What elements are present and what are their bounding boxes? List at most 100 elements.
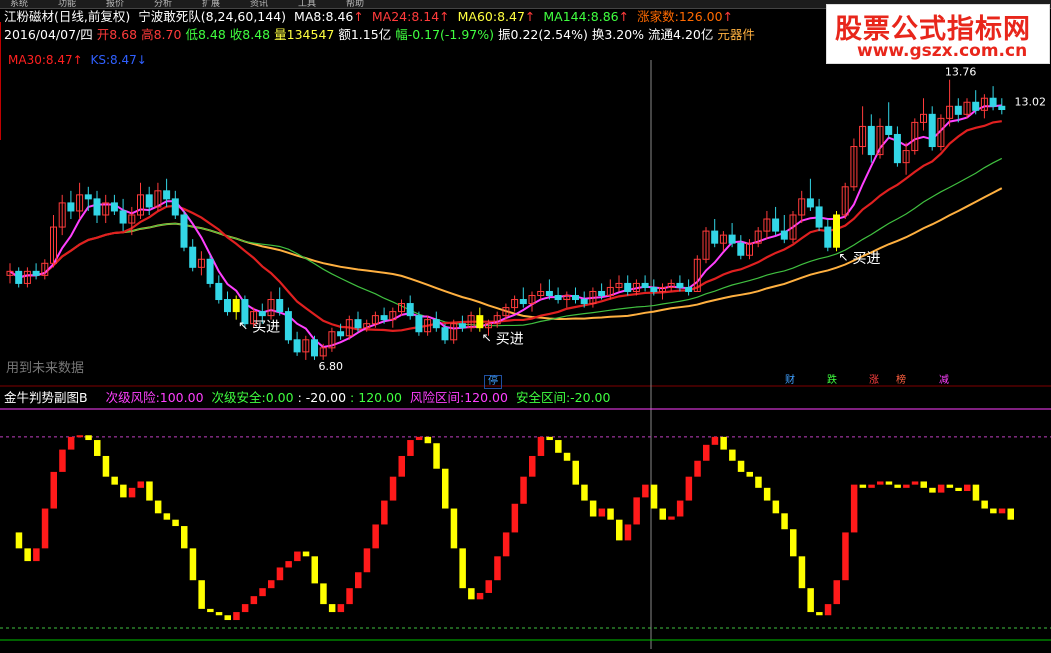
sub-bar	[946, 484, 954, 488]
menu-item[interactable]: 功能	[58, 0, 76, 9]
sub-bar	[111, 476, 118, 485]
sub-bar	[877, 481, 884, 485]
sub-bar	[598, 508, 606, 517]
site-logo[interactable]: 股票公式指标网 www.gszx.com.cn	[826, 4, 1050, 64]
amp-value: 0.22(2.54%)	[510, 27, 588, 42]
sub-bar	[859, 484, 867, 488]
kline-chart-stage[interactable]: ↖ 买进 ↖ 买进 ↖ 买进 6.80 13.76 13.02 系统 功能 报价 分析 扩展 资讯 工具 帮助…	[0, 0, 1051, 649]
candle-body	[458, 323, 466, 329]
indicator-name[interactable]: 宁波敢死队	[138, 9, 201, 24]
candle-body	[232, 299, 240, 313]
sub-bar	[415, 436, 423, 441]
arrow-up-icon: ↑	[722, 9, 734, 24]
candle-body	[893, 133, 901, 164]
chart-svg[interactable]: ↖ 买进 ↖ 买进 ↖ 买进 6.80 13.76 13.02	[0, 0, 1051, 649]
safe-value: 0.00	[265, 390, 294, 405]
menu-item[interactable]: 工具	[298, 0, 316, 9]
menu-item[interactable]: 分析	[154, 0, 172, 9]
candle-body	[180, 214, 188, 248]
sub-bar	[1007, 508, 1014, 520]
flag-rise[interactable]: 涨	[866, 375, 882, 387]
sub-bar	[381, 500, 388, 525]
sub-bar	[224, 615, 231, 621]
candle-body	[84, 194, 92, 200]
sub-bar	[885, 481, 893, 485]
candle-body	[989, 97, 997, 107]
sub-bar	[711, 436, 719, 445]
candle-body	[545, 290, 553, 297]
candle-body	[93, 198, 101, 216]
candle-body	[685, 286, 693, 292]
sub-bar	[790, 529, 797, 557]
sub-bar	[207, 608, 214, 613]
turn-label: 换	[591, 27, 605, 42]
risk-range-value: 120.00	[464, 390, 508, 405]
candle-body	[293, 339, 301, 353]
sub-bar	[990, 508, 997, 514]
ma60-label: MA60:	[457, 9, 498, 24]
flag-finance[interactable]: 财	[782, 375, 798, 387]
sub-bar	[250, 596, 258, 605]
ma60-line	[9, 157, 1003, 327]
sub-bar	[442, 468, 449, 509]
candle-body	[676, 282, 684, 288]
sub-bar	[215, 612, 223, 616]
arrow-up-icon: ↑	[353, 9, 364, 24]
candle-body	[476, 315, 484, 329]
sub-bar	[50, 471, 57, 509]
flag-halt[interactable]: 停	[484, 375, 502, 389]
candle-body	[415, 315, 423, 333]
ks-value: 8.47	[110, 53, 137, 67]
risk-value: 100.00	[159, 390, 204, 405]
sub-bar	[511, 503, 519, 533]
candle-body	[650, 286, 658, 292]
stock-name[interactable]: 江粉磁材	[4, 9, 54, 24]
menu-item[interactable]: 系统	[10, 0, 28, 9]
menu-item[interactable]: 帮助	[346, 0, 364, 9]
ma24-value: 8.14	[411, 9, 440, 24]
candle-body	[441, 327, 449, 341]
risk-label: 次级风险:	[105, 390, 160, 405]
sub-bar	[624, 524, 632, 541]
menu-item[interactable]: 资讯	[250, 0, 268, 9]
menu-item[interactable]: 扩展	[202, 0, 220, 9]
sub-bar	[233, 612, 240, 621]
sub-indicator-name[interactable]: 金牛判势副图B	[4, 390, 88, 405]
low-value: 8.48	[197, 27, 226, 42]
sub-bar	[563, 452, 571, 461]
sub-bar	[302, 551, 310, 557]
period[interactable]: (日线,前复权)	[54, 9, 130, 24]
indicator-params: (8,24,60,144)	[200, 9, 287, 24]
sub-bar	[998, 508, 1006, 514]
sub-bar	[520, 476, 527, 504]
buy-arrow-icon: ↖	[839, 250, 849, 264]
sub-bar	[824, 604, 832, 616]
sub-bar	[468, 588, 475, 600]
flag-drop[interactable]: 跌	[824, 375, 840, 387]
sub-bar	[607, 508, 614, 520]
candle-body	[772, 218, 780, 232]
sub-bar	[746, 471, 753, 477]
candle-body	[110, 202, 118, 212]
sub-bar	[320, 583, 327, 605]
sub-bar	[937, 484, 945, 493]
flag-rank[interactable]: 榜	[893, 375, 909, 387]
sub-bar	[33, 548, 40, 562]
sub-bar	[589, 500, 597, 517]
candle-body	[432, 319, 440, 329]
sub-bar	[763, 487, 771, 501]
sub-bar	[76, 435, 84, 438]
buy-signal-label: 买进	[853, 251, 881, 267]
candle-body	[15, 270, 23, 284]
sub-bar	[181, 526, 188, 549]
sub-bar	[459, 548, 466, 589]
candle-body	[145, 194, 153, 208]
sub-bar	[485, 580, 492, 593]
sector-name[interactable]: 元器件	[717, 27, 755, 42]
separator: :	[350, 390, 355, 405]
flag-reduce[interactable]: 减	[936, 375, 952, 387]
candle-body	[824, 226, 832, 248]
menu-item[interactable]: 报价	[106, 0, 124, 9]
buy-signal-label: 买进	[252, 320, 280, 336]
buy-signal-label: 买进	[496, 332, 524, 348]
